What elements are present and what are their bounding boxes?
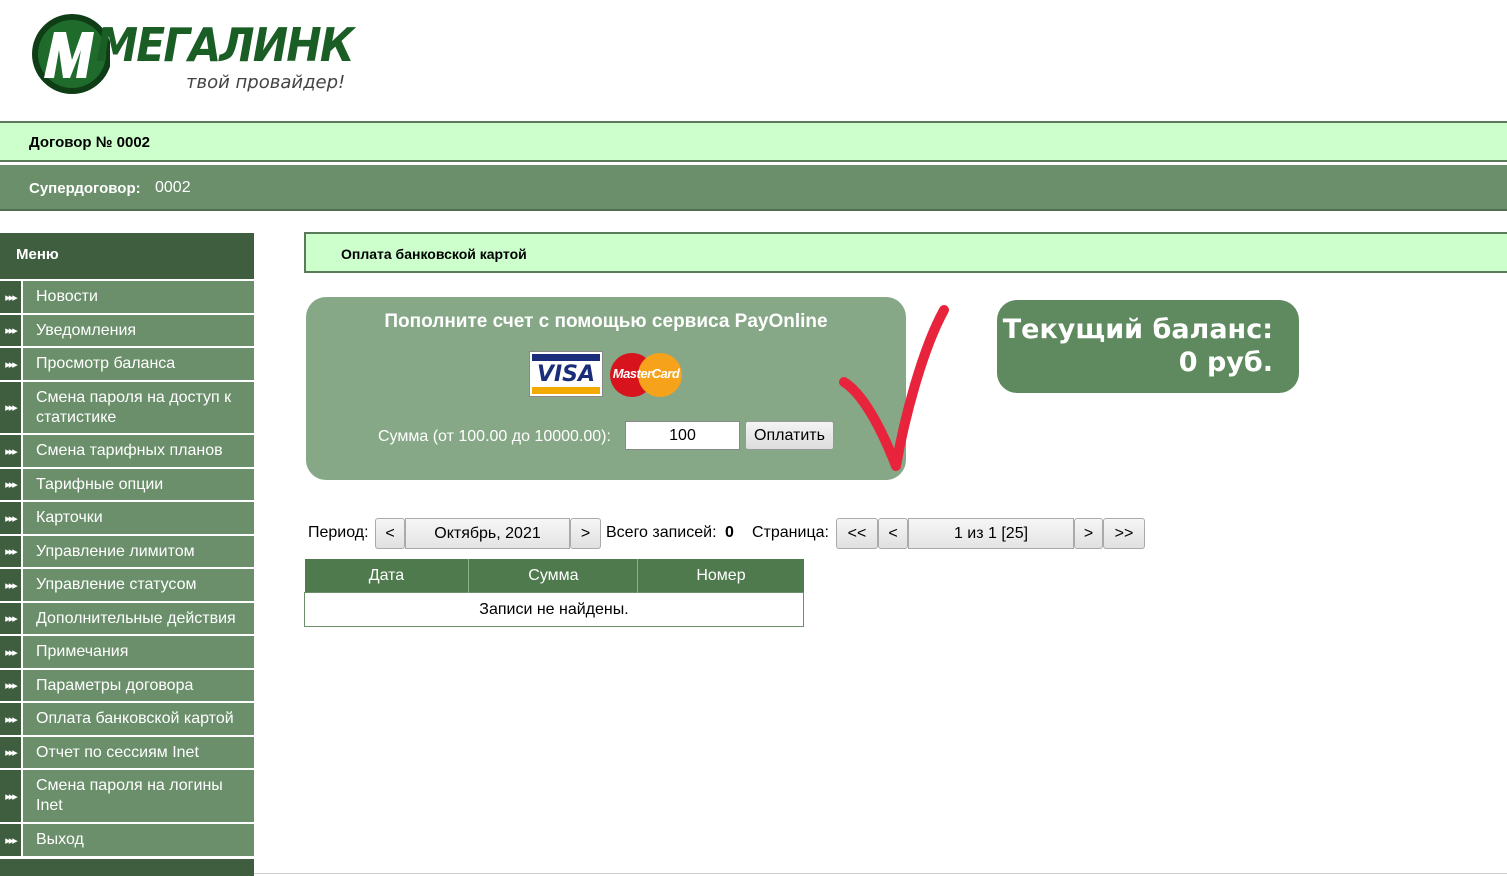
sidebar-item-stats-password[interactable]: ▸▸▸ Смена пароля на доступ к статистике: [0, 382, 254, 435]
payonline-title: Пополните счет с помощью сервиса PayOnli…: [384, 311, 828, 332]
sidebar-item-label: Смена пароля на доступ к статистике: [36, 389, 232, 426]
sidebar-item-label: Управление статусом: [36, 576, 197, 593]
triple-arrow-icon: ▸▸▸: [0, 569, 23, 601]
triple-arrow-icon: ▸▸▸: [0, 382, 23, 433]
payonline-panel: Пополните счет с помощью сервиса PayOnli…: [306, 297, 906, 480]
supercontract-label: Супердоговор:: [29, 180, 141, 197]
last-page-button[interactable]: >>: [1103, 518, 1145, 549]
sidebar-item-label: Параметры договора: [36, 677, 194, 694]
triple-arrow-icon: ▸▸▸: [0, 315, 23, 346]
sidebar-item-label: Просмотр баланса: [36, 355, 176, 372]
table-header-row: Дата Сумма Номер: [304, 559, 804, 593]
logo[interactable]: МЕГАЛИНК твой провайдер!: [30, 12, 354, 98]
table-row: Записи не найдены.: [304, 592, 804, 627]
triple-arrow-icon: ▸▸▸: [0, 536, 23, 567]
sum-input[interactable]: [625, 421, 740, 450]
supercontract-value: 0002: [155, 179, 191, 196]
sidebar-item-inet-sessions[interactable]: ▸▸▸ Отчет по сессиям Inet: [0, 737, 254, 770]
sidebar-item-contract-params[interactable]: ▸▸▸ Параметры договора: [0, 670, 254, 703]
total-records-label: Всего записей:: [606, 524, 717, 541]
sidebar-item-label: Примечания: [36, 643, 129, 660]
triple-arrow-icon: ▸▸▸: [0, 603, 23, 634]
sidebar-item-label: Выход: [36, 831, 84, 848]
sidebar-item-notifications[interactable]: ▸▸▸ Уведомления: [0, 315, 254, 348]
sidebar-item-inet-password[interactable]: ▸▸▸ Смена пароля на логины Inet: [0, 770, 254, 824]
contract-label: Договор № 0002: [29, 134, 151, 151]
sidebar-item-label: Оплата банковской картой: [36, 710, 234, 727]
total-records-value: 0: [725, 524, 734, 541]
triple-arrow-icon: ▸▸▸: [0, 636, 23, 668]
empty-message: Записи не найдены.: [304, 592, 804, 627]
supercontract-bar: Супердоговор: 0002: [0, 165, 1507, 211]
period-next-button[interactable]: >: [570, 518, 601, 549]
sidebar-item-additional-actions[interactable]: ▸▸▸ Дополнительные действия: [0, 603, 254, 636]
page-value: 1 из 1 [25]: [908, 518, 1074, 549]
contract-bar: Договор № 0002: [0, 121, 1507, 162]
prev-page-button[interactable]: <: [878, 518, 908, 549]
triple-arrow-icon: ▸▸▸: [0, 502, 23, 534]
triple-arrow-icon: ▸▸▸: [0, 469, 23, 500]
column-header-sum[interactable]: Сумма: [468, 559, 638, 593]
sidebar-item-label: Дополнительные действия: [36, 610, 236, 627]
sidebar-item-label: Уведомления: [36, 322, 137, 339]
section-title-bar: Оплата банковской картой: [304, 232, 1507, 273]
visa-logo-icon: VISA: [529, 351, 603, 397]
sidebar-item-label: Новости: [36, 288, 98, 305]
period-value: Октябрь, 2021: [405, 518, 570, 549]
triple-arrow-icon: ▸▸▸: [0, 435, 23, 467]
menu-footer: [0, 859, 254, 876]
payments-table: Дата Сумма Номер Записи не найдены.: [304, 559, 804, 627]
sidebar-item-label: Управление лимитом: [36, 543, 195, 560]
checkmark-icon: [839, 305, 949, 471]
first-page-button[interactable]: <<: [836, 518, 878, 549]
sidebar-item-label: Смена пароля на логины Inet: [36, 777, 223, 814]
sidebar-item-tariff-options[interactable]: ▸▸▸ Тарифные опции: [0, 469, 254, 502]
sidebar-item-tariff-plans[interactable]: ▸▸▸ Смена тарифных планов: [0, 435, 254, 469]
triple-arrow-icon: ▸▸▸: [0, 348, 23, 380]
period-prev-button[interactable]: <: [375, 518, 405, 549]
triple-arrow-icon: ▸▸▸: [0, 770, 23, 822]
sidebar-item-balance[interactable]: ▸▸▸ Просмотр баланса: [0, 348, 254, 382]
page-label: Страница:: [752, 524, 829, 541]
sidebar-item-label: Смена тарифных планов: [36, 442, 223, 459]
visa-logo-text: VISA: [536, 362, 596, 387]
sidebar-item-limit[interactable]: ▸▸▸ Управление лимитом: [0, 536, 254, 569]
triple-arrow-icon: ▸▸▸: [0, 703, 23, 735]
menu-title: Меню: [0, 233, 254, 279]
mastercard-logo-icon: MasterCard: [610, 353, 682, 397]
sidebar-item-cards[interactable]: ▸▸▸ Карточки: [0, 502, 254, 536]
bottom-divider: [254, 873, 1507, 874]
column-header-date[interactable]: Дата: [304, 559, 469, 593]
balance-value: 0 руб.: [1178, 347, 1273, 378]
sidebar-item-notes[interactable]: ▸▸▸ Примечания: [0, 636, 254, 670]
triple-arrow-icon: ▸▸▸: [0, 670, 23, 701]
sidebar-item-label: Карточки: [36, 509, 103, 526]
logo-tagline: твой провайдер!: [186, 72, 346, 93]
mastercard-logo-text: MasterCard: [612, 366, 680, 381]
logo-name: МЕГАЛИНК: [96, 18, 354, 72]
sidebar-item-logout[interactable]: ▸▸▸ Выход: [0, 824, 254, 858]
sidebar-item-news[interactable]: ▸▸▸ Новости: [0, 281, 254, 315]
column-header-number[interactable]: Номер: [637, 559, 804, 593]
sidebar-item-label: Тарифные опции: [36, 476, 164, 493]
triple-arrow-icon: ▸▸▸: [0, 737, 23, 768]
balance-panel: Текущий баланс: 0 руб.: [997, 300, 1299, 393]
sidebar-item-status[interactable]: ▸▸▸ Управление статусом: [0, 569, 254, 603]
pay-button[interactable]: Оплатить: [745, 421, 834, 450]
section-title: Оплата банковской картой: [341, 246, 527, 262]
sum-label: Сумма (от 100.00 до 10000.00):: [378, 428, 611, 445]
sidebar-item-card-payment[interactable]: ▸▸▸ Оплата банковской картой: [0, 703, 254, 737]
next-page-button[interactable]: >: [1074, 518, 1103, 549]
triple-arrow-icon: ▸▸▸: [0, 281, 23, 313]
sidebar-menu: ▸▸▸ Новости ▸▸▸ Уведомления ▸▸▸ Просмотр…: [0, 281, 254, 858]
balance-label: Текущий баланс:: [1002, 314, 1273, 345]
sidebar-item-label: Отчет по сессиям Inet: [36, 744, 199, 761]
period-label: Период:: [308, 524, 369, 541]
triple-arrow-icon: ▸▸▸: [0, 824, 23, 856]
